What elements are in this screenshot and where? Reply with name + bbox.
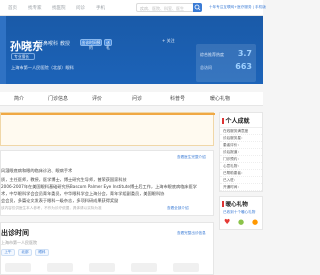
avatar	[0, 16, 6, 84]
tab-science[interactable]: 科普号	[170, 95, 185, 102]
notice-bar	[1, 113, 215, 115]
doctor-header: 孙晓东 耳鼻喉科 教授 出诊时间预约 送礼 专业擅长 上海市第一人民医院（北部）…	[0, 16, 263, 84]
schedule-chip-morning[interactable]: 上午	[1, 249, 15, 256]
achievement-row: 在线服务满意度	[220, 128, 262, 135]
title-mark	[222, 118, 224, 124]
gift-badge[interactable]: 送礼	[104, 39, 112, 50]
doctor-title: 教授	[60, 41, 71, 47]
intro-line: 质，主任医师，教授，医学博士，博士研究生导师，曾荣获国家科技	[1, 177, 127, 182]
focus-button[interactable]: + 关注	[162, 38, 175, 44]
achievement-row: 患者评价：	[220, 142, 262, 149]
schedule-slot[interactable]	[5, 263, 31, 272]
hospital-name[interactable]: 上海市第一人民医院（北部）眼科	[11, 65, 74, 71]
notice-box	[0, 112, 215, 146]
top-nav: 首页 找专家 找医院 问诊 手机 疾病、医院、科室、医生 十年专注互联网+医疗服…	[0, 0, 266, 16]
top-right-links[interactable]: 十年专注互联网+医疗服务 | 手机版	[209, 5, 266, 10]
heart-icon[interactable]: ♥	[224, 219, 230, 226]
intro-card: 查看医生完整介绍 风湿眼底病和眼的临床诊治、眼病手术 质，主任医师，教授，医学博…	[0, 150, 214, 216]
achievement-row: 已入驻：	[220, 177, 262, 184]
gifts-title-text: 暖心礼物	[225, 202, 248, 208]
achievements-title: 个人成就	[220, 113, 262, 128]
stat-value-recommend: 3.7	[237, 49, 252, 58]
title-mark	[222, 201, 224, 207]
schedule-card: 出诊时间 查看完整出诊信息 上海市第一人民医院 上午 北部 眼科	[0, 222, 214, 275]
achievements-card: 个人成就 在线服务满意度 诊后服务星： 患者评价： 诊后报道： 门诊预约： 心意…	[219, 112, 263, 192]
specialty-button[interactable]: 专业擅长	[11, 53, 35, 60]
intro-disclaimer: 该内容仅供医生本人参考，不作为诊疗依据，具体请以实际为准	[1, 206, 102, 210]
schedule-chip-north[interactable]: 北部	[18, 249, 32, 256]
achievement-row: 诊后服务星：	[220, 135, 262, 142]
nav-item-mobile[interactable]: 手机	[96, 5, 105, 11]
search-icon	[194, 4, 201, 11]
tab-clinic-info[interactable]: 门诊信息	[48, 95, 68, 102]
schedule-hospital: 上海市第一人民医院	[1, 240, 37, 245]
achievement-row: 开通时间：	[220, 184, 262, 191]
stats-panel: 综合推荐热度 3.7 总访问 663	[196, 44, 256, 82]
nav-item-consult[interactable]: 问诊	[76, 5, 85, 11]
schedule-slot[interactable]	[47, 263, 73, 272]
nav-item-find-expert[interactable]: 找专家	[28, 5, 42, 11]
gifts-title: 暖心礼物	[220, 197, 262, 210]
tab-consult[interactable]: 问诊	[132, 95, 142, 102]
achievement-row: 门诊预约：	[220, 156, 262, 163]
search-button[interactable]	[193, 3, 202, 12]
nav-item-home[interactable]: 首页	[8, 5, 17, 11]
gifts-card: 暖心礼物 已收到十个暖心礼物 ♥ ● ●	[219, 196, 263, 230]
intro-line: 2006-2007年在美国眼科基础研究所Bascom Palmer Eye In…	[1, 184, 197, 189]
tab-gifts[interactable]: 暖心礼物	[210, 95, 230, 102]
stat-label-visits: 总访问	[200, 65, 212, 70]
tab-reviews[interactable]: 评价	[92, 95, 102, 102]
gift-icons: ♥ ● ●	[220, 215, 262, 229]
intro-more-all-link[interactable]: 查看全部介绍	[167, 206, 189, 211]
intro-line: 术，中华眼科学会会员青年委员，中华眼科学会上海分会，青年学组副委员，美国眼科协	[1, 191, 165, 196]
achievement-row: 心意礼物：	[220, 163, 262, 170]
schedule-slot[interactable]	[173, 263, 199, 272]
tab-bar: 简介 门诊信息 评价 问诊 科普号 暖心礼物	[0, 92, 263, 106]
stat-label-recommend: 综合推荐热度	[200, 52, 224, 57]
schedule-more-link[interactable]: 查看完整出诊信息	[177, 231, 206, 236]
stat-value-visits: 663	[235, 62, 252, 71]
gift-icon[interactable]: ●	[252, 219, 258, 226]
achievements-title-text: 个人成就	[225, 118, 250, 125]
schedule-slot[interactable]	[89, 263, 115, 272]
right-sidebar: 个人成就 在线服务满意度 诊后服务星： 患者评价： 诊后报道： 门诊预约： 心意…	[219, 112, 263, 275]
schedule-slot[interactable]	[131, 263, 157, 272]
search-input[interactable]: 疾病、医院、科室、医生	[136, 3, 194, 12]
doctor-dept: 耳鼻喉科	[38, 41, 59, 47]
schedule-chip-eye[interactable]: 眼科	[35, 249, 49, 256]
intro-line: 会会员，多篇论文发表于眼科一级杂志，多项科研成果获得奖励	[1, 198, 119, 203]
focus-label: 关注	[166, 38, 175, 43]
schedule-title: 出诊时间	[1, 229, 29, 237]
achievement-row: 已帮助患者：	[220, 170, 262, 177]
intro-line: 风湿眼底病和眼的临床诊治、眼病手术	[1, 168, 73, 173]
tab-intro[interactable]: 简介	[14, 95, 24, 102]
achievement-row: 诊后报道：	[220, 149, 262, 156]
gift-icon[interactable]: ●	[238, 219, 244, 226]
nav-item-find-hospital[interactable]: 找医院	[52, 5, 66, 11]
visit-time-badge[interactable]: 出诊时间预约	[80, 39, 102, 50]
intro-more-link[interactable]: 查看医生完整介绍	[177, 155, 206, 160]
